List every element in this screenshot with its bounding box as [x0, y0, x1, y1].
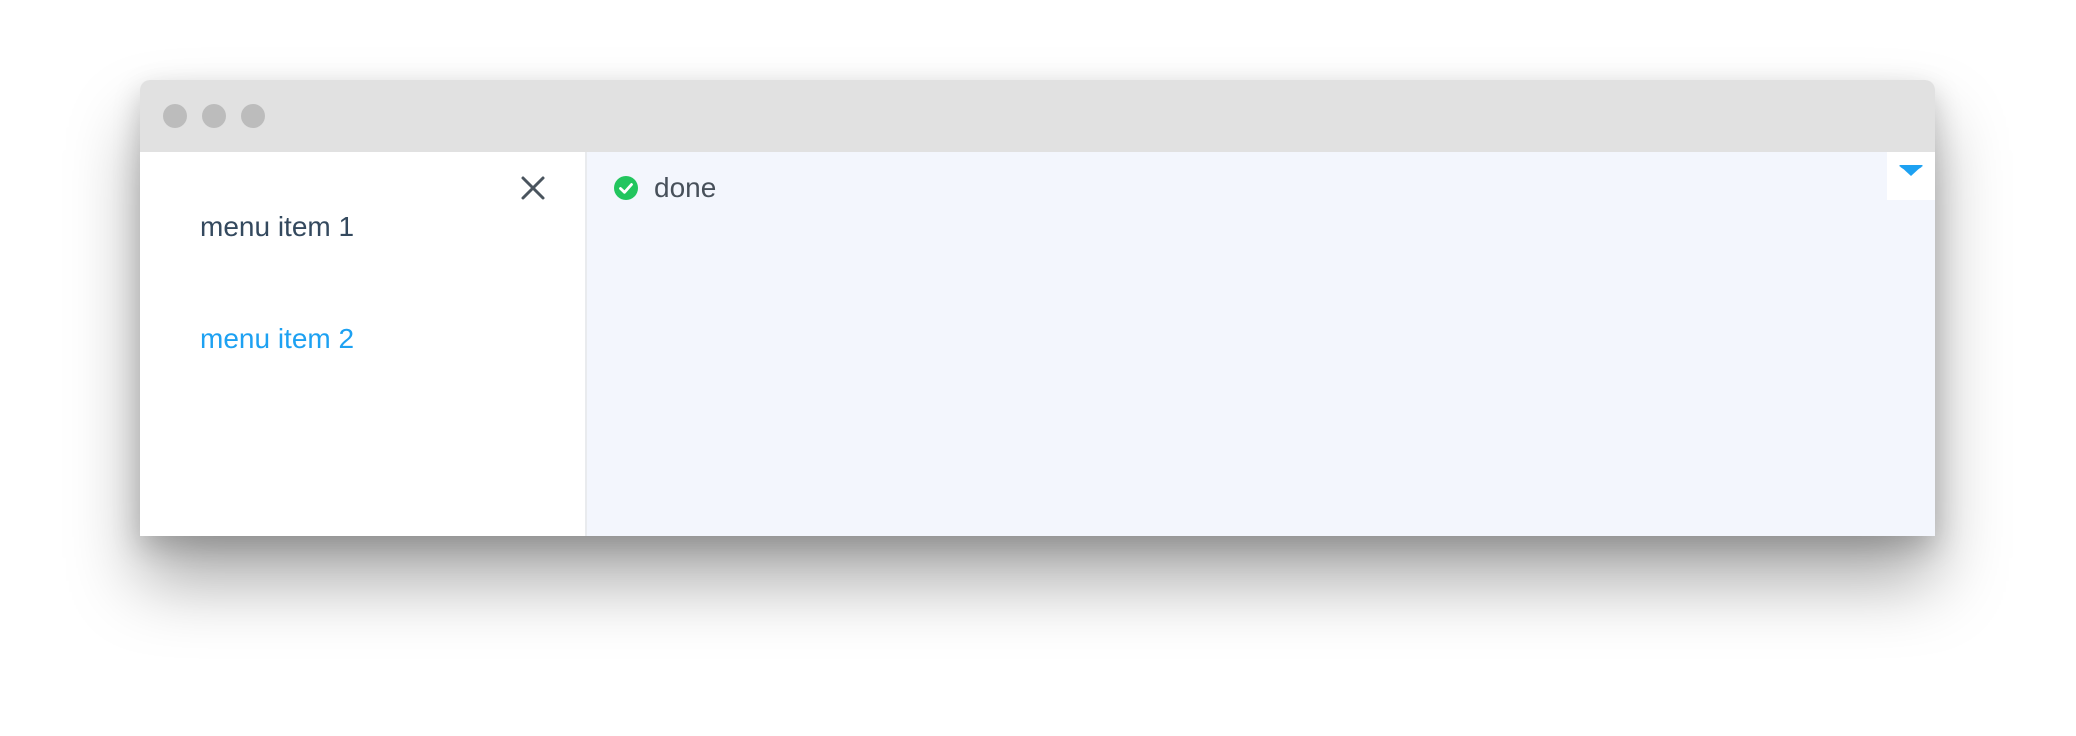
window-titlebar	[140, 80, 1935, 152]
sidebar-item-menu-item-1[interactable]: menu item 1	[200, 210, 354, 244]
sidebar-menu: menu item 1 menu item 2	[140, 152, 587, 536]
close-icon	[521, 176, 545, 200]
window-close-dot[interactable]	[163, 104, 187, 128]
close-sidebar-button[interactable]	[515, 170, 551, 206]
check-circle-icon	[614, 176, 638, 200]
caret-down-icon	[1899, 165, 1923, 176]
window-minimize-dot[interactable]	[202, 104, 226, 128]
sidebar-item-menu-item-2[interactable]: menu item 2	[200, 322, 354, 356]
main-content: done	[587, 152, 1935, 536]
stage: menu item 1 menu item 2 done	[0, 0, 2076, 736]
app-window: menu item 1 menu item 2 done	[140, 80, 1935, 536]
window-maximize-dot[interactable]	[241, 104, 265, 128]
status-message: done	[614, 168, 716, 208]
sidebar-toggle-button[interactable]	[1887, 152, 1935, 200]
status-text: done	[654, 172, 717, 203]
